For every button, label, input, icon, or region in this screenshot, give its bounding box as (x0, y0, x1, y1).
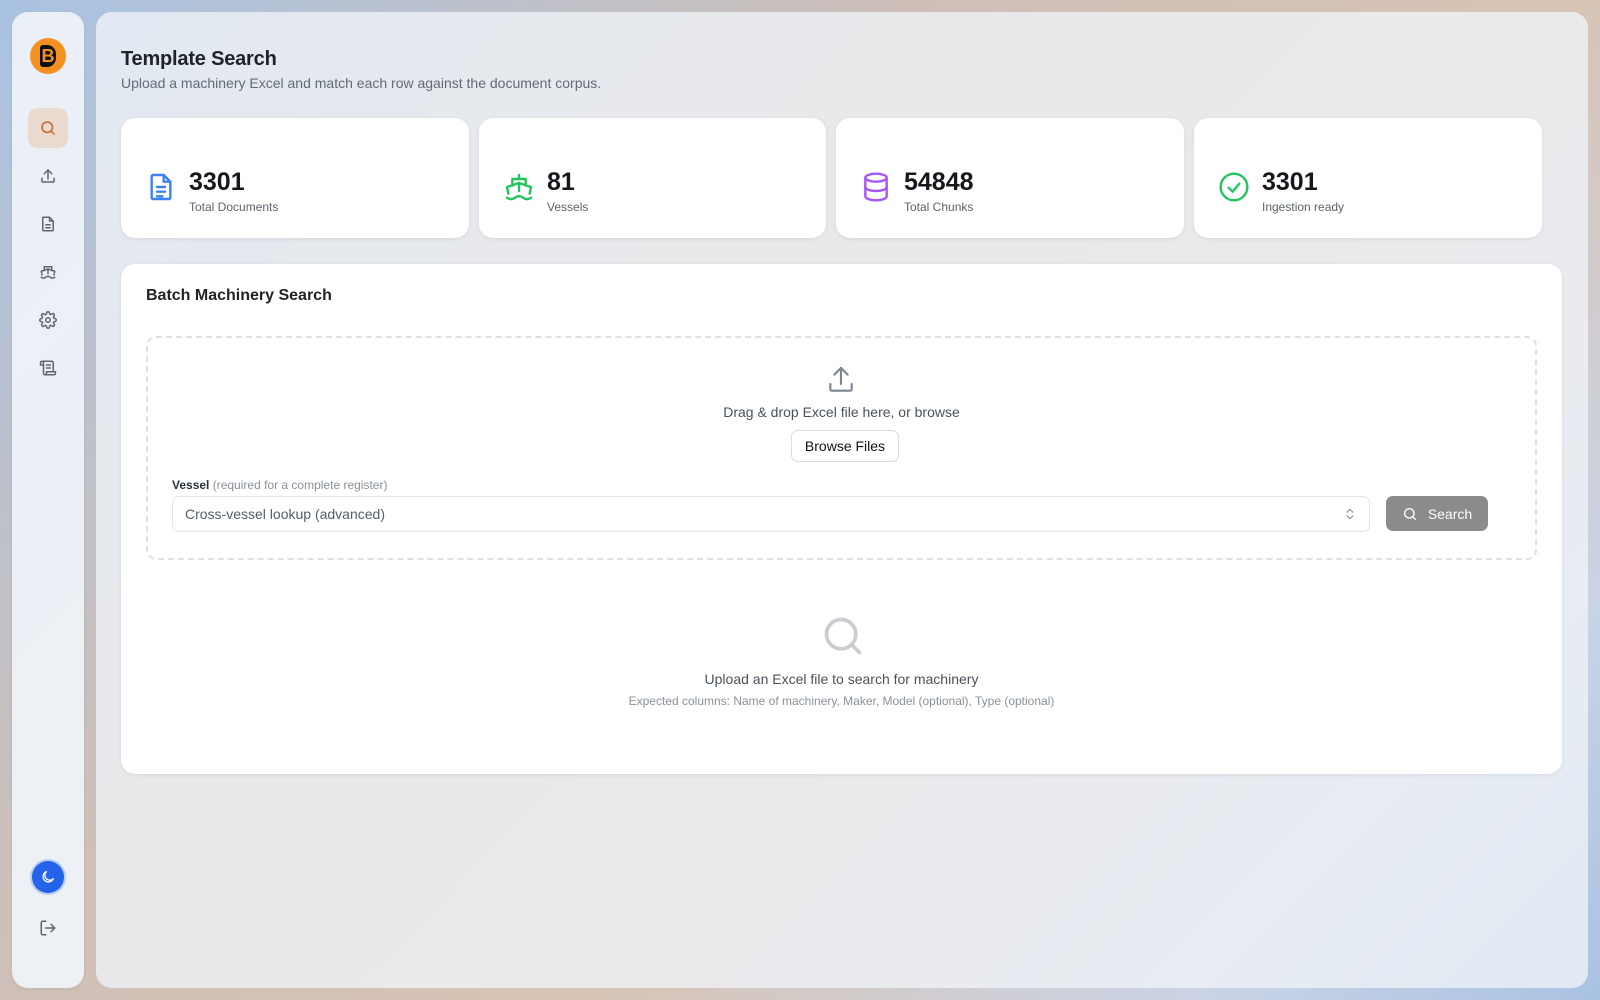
page-subtitle: Upload a machinery Excel and match each … (121, 75, 602, 91)
empty-state-subtitle: Expected columns: Name of machinery, Mak… (628, 694, 1055, 708)
ship-icon (505, 173, 533, 201)
stat-value: 3301 (1262, 168, 1318, 196)
browse-files-button[interactable]: Browse Files (791, 430, 899, 462)
scroll-icon (39, 360, 57, 376)
upload-icon (41, 169, 55, 183)
app-logo[interactable]: B (30, 38, 66, 74)
search-icon (41, 121, 55, 135)
page-title: Template Search (121, 48, 277, 70)
dropzone-text: Drag & drop Excel file here, or browse (723, 404, 960, 420)
stat-value: 54848 (904, 168, 974, 196)
stat-label: Vessels (547, 200, 589, 214)
theme-toggle-button[interactable] (32, 861, 64, 893)
sidebar-item-search[interactable] (28, 108, 68, 148)
sidebar-item-settings[interactable] (28, 300, 68, 340)
document-icon (42, 216, 54, 232)
sidebar-item-vessels[interactable] (28, 252, 68, 292)
stat-label: Ingestion ready (1262, 200, 1345, 214)
panel-title: Batch Machinery Search (146, 287, 332, 304)
search-icon (1403, 507, 1416, 520)
upload-icon (829, 366, 853, 392)
stat-value: 3301 (189, 168, 245, 196)
database-icon (864, 172, 888, 202)
stat-card-chunks: 54848 Total Chunks (836, 118, 1184, 238)
file-dropzone[interactable]: Drag & drop Excel file here, or browse B… (146, 336, 1537, 560)
sidebar: B (12, 12, 84, 988)
search-icon (824, 617, 862, 655)
sidebar-item-logs[interactable] (28, 348, 68, 388)
search-button[interactable]: Search (1386, 496, 1488, 531)
logout-icon (40, 920, 56, 936)
sidebar-item-upload[interactable] (28, 156, 68, 196)
chevron-up-down-icon (1346, 508, 1354, 520)
stat-card-vessels: 81 Vessels (479, 118, 826, 238)
stat-card-ingestion: 3301 Ingestion ready (1194, 118, 1542, 238)
logo-letter: B (40, 45, 56, 67)
stat-value: 81 (547, 168, 575, 196)
empty-state-title: Upload an Excel file to search for machi… (704, 671, 979, 687)
check-circle-icon (1219, 172, 1249, 202)
main-content: Template Search Upload a machinery Excel… (96, 12, 1588, 988)
sidebar-item-documents[interactable] (28, 204, 68, 244)
vessel-label-text: Vessel (172, 478, 210, 492)
batch-search-panel: Batch Machinery Search Drag & drop Excel… (121, 264, 1562, 774)
vessel-select-value: Cross-vessel lookup (advanced) (185, 506, 385, 522)
ship-icon (40, 266, 56, 279)
vessel-label-hint: (required for a complete register) (212, 478, 388, 492)
gear-icon (39, 311, 57, 329)
document-icon (150, 173, 172, 201)
vessel-select[interactable]: Cross-vessel lookup (advanced) (172, 496, 1370, 532)
logout-button[interactable] (28, 908, 68, 948)
vessel-label: Vessel (required for a complete register… (172, 478, 387, 492)
stat-label: Total Documents (189, 200, 279, 214)
stat-label: Total Chunks (904, 200, 974, 214)
moon-icon (42, 871, 54, 883)
search-button-label: Search (1427, 505, 1473, 522)
stat-card-documents: 3301 Total Documents (121, 118, 469, 238)
